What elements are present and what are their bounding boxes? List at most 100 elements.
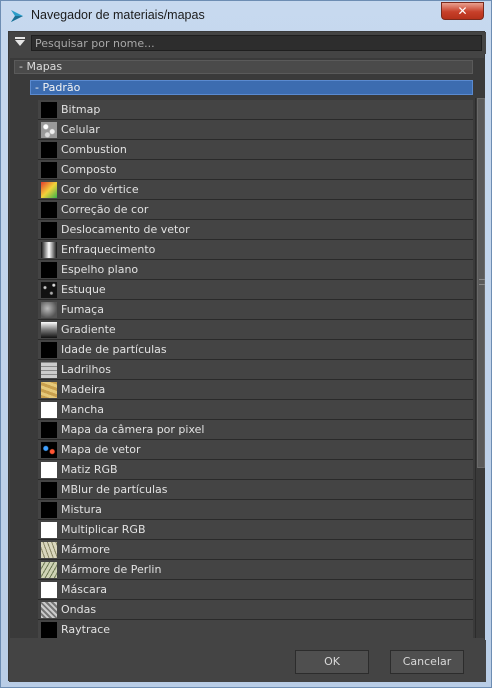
map-thumbnail-icon — [41, 222, 57, 238]
title-bar[interactable]: Navegador de materiais/mapas ✕ — [1, 1, 491, 31]
browser-panel: - Mapas - Padrão Bitmap Celular Combustion… — [8, 31, 486, 682]
scrollbar-thumb[interactable] — [477, 98, 485, 468]
list-item[interactable]: Ondas — [38, 600, 473, 620]
vertical-scrollbar[interactable] — [475, 98, 485, 638]
list-item-label: Mapa de vetor — [61, 443, 141, 456]
triangle-down-icon — [15, 37, 25, 46]
cancel-button[interactable]: Cancelar — [390, 650, 464, 674]
list-item-label: Enfraquecimento — [61, 243, 156, 256]
list-item-label: Mármore de Perlin — [61, 563, 162, 576]
map-thumbnail-icon — [41, 482, 57, 498]
list-item-label: Mapa da câmera por pixel — [61, 423, 205, 436]
list-item[interactable]: Celular — [38, 120, 473, 140]
list-item-label: Fumaça — [61, 303, 104, 316]
list-item-label: Estuque — [61, 283, 106, 296]
group-header-maps[interactable]: - Mapas — [14, 60, 473, 74]
list-item-label: Madeira — [61, 383, 106, 396]
list-item-label: Ladrilhos — [61, 363, 111, 376]
map-thumbnail-icon — [41, 262, 57, 278]
app-icon — [11, 10, 23, 22]
list-item[interactable]: Mistura — [38, 500, 473, 520]
window-title: Navegador de materiais/mapas — [31, 8, 205, 22]
map-thumbnail-icon — [41, 102, 57, 118]
list-item-label: Idade de partículas — [61, 343, 167, 356]
list-item-label: Matiz RGB — [61, 463, 118, 476]
list-item-label: Mistura — [61, 503, 102, 516]
map-thumbnail-icon — [41, 322, 57, 338]
list-item-label: Bitmap — [61, 103, 101, 116]
list-item-label: Correção de cor — [61, 203, 149, 216]
list-item-label: Cor do vértice — [61, 183, 139, 196]
list-item[interactable]: Correção de cor — [38, 200, 473, 220]
list-item[interactable]: Cor do vértice — [38, 180, 473, 200]
list-item-label: Raytrace — [61, 623, 111, 636]
map-thumbnail-icon — [41, 542, 57, 558]
map-thumbnail-icon — [41, 342, 57, 358]
list-item[interactable]: Idade de partículas — [38, 340, 473, 360]
list-item[interactable]: Máscara — [38, 580, 473, 600]
list-item-label: Composto — [61, 163, 117, 176]
material-map-browser-window: Navegador de materiais/mapas ✕ - Mapas -… — [0, 0, 492, 688]
list-item[interactable]: Mancha — [38, 400, 473, 420]
map-thumbnail-icon — [41, 362, 57, 378]
list-item[interactable]: Mármore — [38, 540, 473, 560]
map-thumbnail-icon — [41, 162, 57, 178]
list-item[interactable]: Espelho plano — [38, 260, 473, 280]
map-thumbnail-icon — [41, 562, 57, 578]
list-item[interactable]: Multiplicar RGB — [38, 520, 473, 540]
search-input[interactable] — [31, 35, 482, 51]
map-thumbnail-icon — [41, 242, 57, 258]
map-thumbnail-icon — [41, 202, 57, 218]
map-thumbnail-icon — [41, 182, 57, 198]
map-thumbnail-icon — [41, 142, 57, 158]
list-item[interactable]: Combustion — [38, 140, 473, 160]
map-thumbnail-icon — [41, 462, 57, 478]
dialog-footer: OK Cancelar — [9, 640, 486, 682]
list-item[interactable]: Composto — [38, 160, 473, 180]
map-thumbnail-icon — [41, 442, 57, 458]
map-list: Bitmap Celular Combustion Composto Cor do vé… — [38, 100, 473, 638]
list-item-label: Deslocamento de vetor — [61, 223, 190, 236]
list-item[interactable]: Madeira — [38, 380, 473, 400]
ok-button[interactable]: OK — [295, 650, 369, 674]
close-button[interactable]: ✕ — [441, 2, 484, 20]
list-item[interactable]: Enfraquecimento — [38, 240, 473, 260]
list-item[interactable]: Raytrace — [38, 620, 473, 638]
list-item-label: Ondas — [61, 603, 97, 616]
map-thumbnail-icon — [41, 522, 57, 538]
list-item[interactable]: Deslocamento de vetor — [38, 220, 473, 240]
list-item[interactable]: Ladrilhos — [38, 360, 473, 380]
options-dropdown-icon[interactable] — [13, 36, 27, 50]
list-item[interactable]: Bitmap — [38, 100, 473, 120]
list-item[interactable]: Mapa da câmera por pixel — [38, 420, 473, 440]
list-item[interactable]: Mapa de vetor — [38, 440, 473, 460]
map-thumbnail-icon — [41, 382, 57, 398]
tree-view: - Mapas - Padrão Bitmap Celular Combustion… — [10, 58, 485, 638]
map-thumbnail-icon — [41, 422, 57, 438]
list-item[interactable]: Fumaça — [38, 300, 473, 320]
list-item[interactable]: Estuque — [38, 280, 473, 300]
map-thumbnail-icon — [41, 622, 57, 638]
list-item[interactable]: Gradiente — [38, 320, 473, 340]
map-thumbnail-icon — [41, 122, 57, 138]
map-thumbnail-icon — [41, 402, 57, 418]
map-thumbnail-icon — [41, 602, 57, 618]
search-bar — [9, 32, 486, 54]
list-item-label: MBlur de partículas — [61, 483, 168, 496]
list-item-label: Mancha — [61, 403, 104, 416]
list-item[interactable]: Mármore de Perlin — [38, 560, 473, 580]
list-item[interactable]: Matiz RGB — [38, 460, 473, 480]
map-thumbnail-icon — [41, 282, 57, 298]
list-item-label: Mármore — [61, 543, 111, 556]
list-item-label: Celular — [61, 123, 100, 136]
list-item-label: Combustion — [61, 143, 127, 156]
map-thumbnail-icon — [41, 502, 57, 518]
list-item-label: Máscara — [61, 583, 108, 596]
list-item-label: Multiplicar RGB — [61, 523, 146, 536]
list-item-label: Espelho plano — [61, 263, 139, 276]
map-thumbnail-icon — [41, 302, 57, 318]
list-item[interactable]: MBlur de partículas — [38, 480, 473, 500]
subgroup-header-standard[interactable]: - Padrão — [30, 80, 473, 95]
map-thumbnail-icon — [41, 582, 57, 598]
scrollbar-grip-icon — [479, 279, 485, 285]
